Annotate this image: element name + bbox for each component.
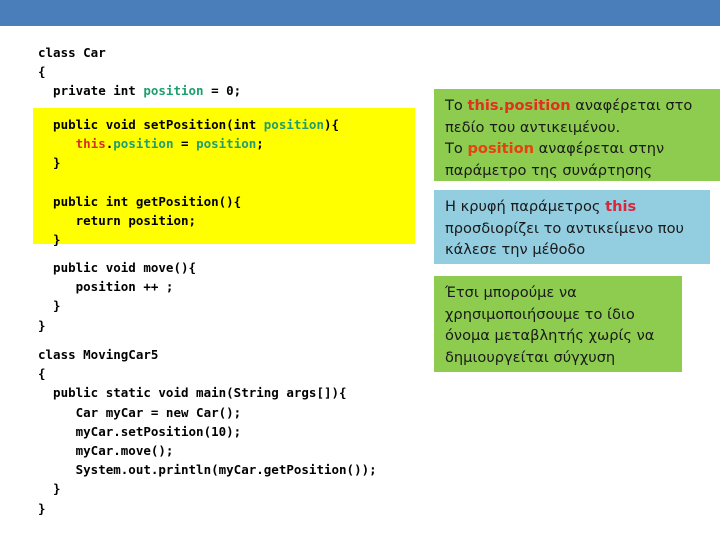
- note-line: Το this.position αναφέρεται στο: [445, 95, 711, 117]
- code-line: Car myCar = new Car();: [38, 404, 242, 420]
- note-line: κάλεσε την μέθοδο: [445, 241, 586, 258]
- code-token: =: [173, 136, 197, 152]
- code-line: }: [38, 298, 61, 314]
- code-token: private int: [38, 83, 144, 99]
- note-line: προσδιορίζει το αντικείμενο που: [445, 219, 684, 237]
- note-text: αναφέρεται στην: [534, 140, 665, 157]
- code-line: myCar.setPosition(10);: [38, 423, 242, 439]
- code-block-class-declaration: class Car { private int position = 0;: [38, 43, 241, 101]
- code-line: public static void main(String args[]){: [38, 385, 347, 401]
- code-token: = 0;: [203, 83, 242, 99]
- callout-note-this-position: Το this.position αναφέρεται στο πεδίο το…: [434, 89, 720, 181]
- code-token-position: position: [196, 136, 257, 152]
- callout-note-hidden-parameter: Η κρυφή παράμετρος this προσδιορίζει το …: [434, 190, 710, 264]
- note-text: Το: [445, 140, 468, 157]
- code-token: return: [38, 213, 129, 229]
- code-token-this: this: [75, 136, 106, 152]
- code-line: }: [38, 155, 61, 171]
- code-line: }: [38, 500, 46, 516]
- code-line: {: [38, 64, 46, 80]
- note-text: Η κρυφή παράμετρος: [445, 198, 606, 215]
- note-line: χρησιμοποιήσουμε το ίδιο: [445, 305, 635, 323]
- note-line: όνομα μεταβλητής χωρίς να: [445, 327, 655, 344]
- code-token-position: position: [128, 213, 189, 229]
- code-line: myCar.move();: [38, 443, 174, 459]
- code-line: class Car: [38, 45, 106, 60]
- code-token: ;: [188, 213, 197, 229]
- note-line: Το position αναφέρεται στην: [445, 138, 711, 160]
- code-line-assignment: this.position = position;: [38, 136, 264, 151]
- code-line: }: [38, 481, 61, 497]
- note-highlight-this: this: [605, 198, 637, 215]
- note-highlight-this-position: this.position: [467, 97, 571, 114]
- code-token-position: position: [113, 136, 174, 152]
- code-line-getter-signature: public int getPosition(){: [38, 193, 242, 209]
- callout-note-same-variable-name: Έτσι μπορούμε να χρησιμοποιήσουμε το ίδι…: [434, 276, 682, 372]
- code-line-field: private int position = 0;: [38, 83, 241, 98]
- code-line: {: [38, 366, 46, 382]
- code-line-return: return position;: [38, 213, 196, 228]
- code-token-position: position: [263, 117, 324, 132]
- note-text: αναφέρεται στο: [570, 97, 693, 114]
- code-line-setter-signature: public void setPosition(int position){: [38, 117, 339, 132]
- code-block-move-method: public void move(){ position ++ ; } }: [38, 258, 196, 335]
- note-highlight-position: position: [467, 140, 535, 157]
- code-token: public void setPosition(int: [38, 117, 264, 132]
- code-block-setter-getter: public void setPosition(int position){ t…: [38, 115, 339, 249]
- note-line: Η κρυφή παράμετρος this: [445, 196, 701, 218]
- code-token: ;: [256, 136, 264, 152]
- code-line: }: [38, 317, 46, 333]
- note-line: πεδίο του αντικειμένου.: [445, 118, 621, 136]
- highlighted-code-region: public void setPosition(int position){ t…: [33, 108, 415, 247]
- slide-canvas: class Car { private int position = 0; pu…: [0, 0, 720, 540]
- code-block-main-class: class MovingCar5 { public static void ma…: [38, 345, 377, 518]
- note-text: Το: [445, 97, 468, 114]
- note-line: δημιουργείται σύγχυση: [445, 348, 616, 366]
- code-line: public void move(){: [38, 260, 197, 275]
- code-line: position ++ ;: [38, 279, 174, 295]
- code-line: System.out.println(myCar.getPosition());: [38, 462, 377, 478]
- code-token-position: position: [143, 83, 204, 99]
- code-line: }: [38, 232, 61, 248]
- code-line: class MovingCar5: [38, 347, 159, 362]
- note-line: Έτσι μπορούμε να: [445, 284, 577, 301]
- code-token: ){: [324, 117, 340, 132]
- top-banner: [0, 0, 720, 26]
- note-line: παράμετρο της συνάρτησης: [445, 161, 653, 179]
